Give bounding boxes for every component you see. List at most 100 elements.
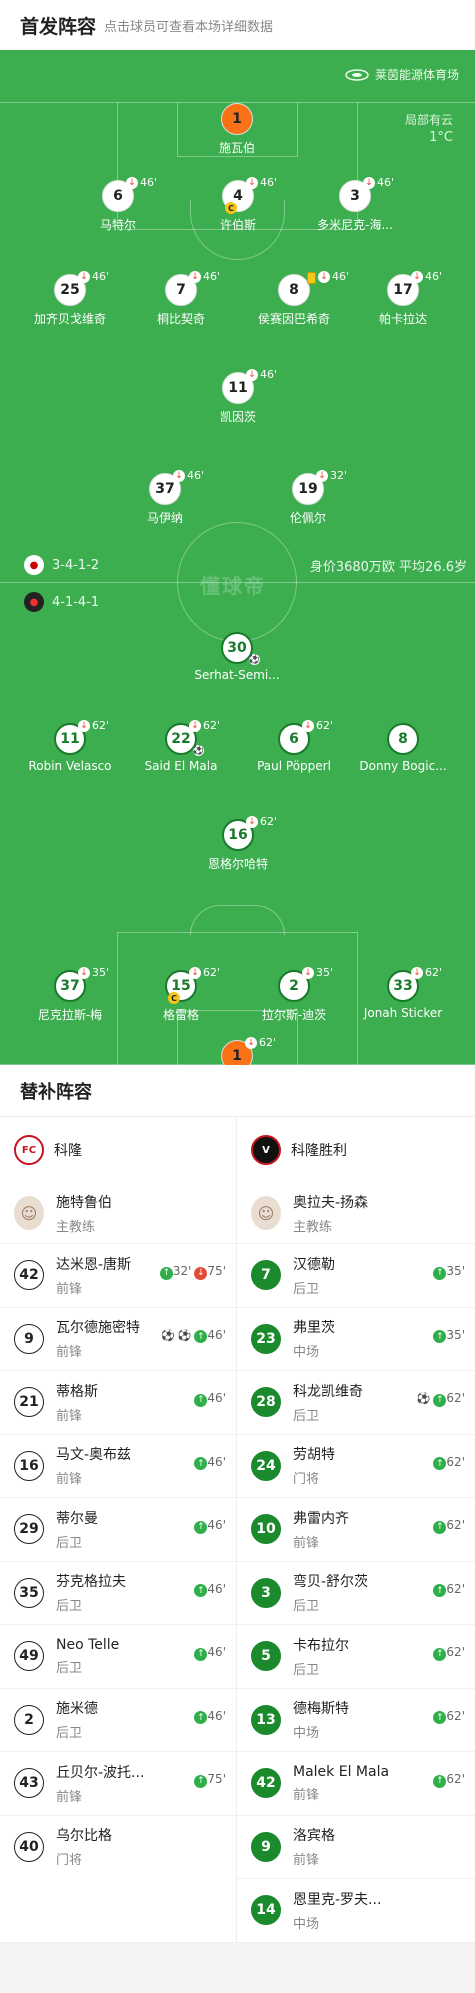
sub-player-row[interactable]: 13 德梅斯特 中场 ↑ 62' <box>237 1687 475 1752</box>
sub-player-position: 前锋 <box>56 1789 83 1805</box>
sub-player-position: 后卫 <box>56 1726 83 1742</box>
sub-player-row[interactable]: 3 弯贝-舒尔茨 后卫 ↑ 62' <box>237 1560 475 1625</box>
weather-info: 局部有云 1°C <box>405 112 453 146</box>
sub-player-row[interactable]: 9 洛宾格 前锋 <box>237 1814 475 1879</box>
temperature: 1°C <box>429 130 453 145</box>
sub-player-row[interactable]: 40 乌尔比格 门将 <box>0 1814 236 1879</box>
away-player[interactable]: 8 Donny Bogic... <box>353 723 453 773</box>
home-player[interactable]: 6 ↓ 46' 马特尔 <box>68 176 168 233</box>
sub-player-row[interactable]: 23 弗里茨 中场 ↑ 35' <box>237 1306 475 1371</box>
home-player[interactable]: 4 C ↓ 46' 许伯斯 <box>188 176 288 233</box>
sub-player-position: 中场 <box>293 1345 320 1361</box>
sub-events: ↑ 46' <box>194 1455 226 1470</box>
sub-off-marker: ↓ 62' <box>78 719 109 732</box>
coach-role: 主教练 <box>56 1219 96 1235</box>
sub-player-info: 乌尔比格 门将 <box>56 1825 236 1868</box>
home-coach[interactable]: ☺ 施特鲁伯 主教练 <box>0 1183 236 1243</box>
home-player[interactable]: 25 ↓ 46' 加齐贝戈维奇 <box>20 270 120 327</box>
sub-on-minute: 35' <box>446 1327 465 1342</box>
away-coach[interactable]: ☺ 奥拉夫-扬森 主教练 <box>237 1183 475 1243</box>
sub-on-icon: ↑ <box>433 1584 447 1597</box>
away-player[interactable]: 16 ↓ 62' 恩格尔哈特 <box>188 815 288 872</box>
home-player[interactable]: 7 ↓ 46' 桐比契奇 <box>131 270 231 327</box>
sub-player-number: 42 <box>14 1260 44 1291</box>
player-number: 1 <box>221 103 253 135</box>
sub-events: ↑ 62' <box>433 1772 465 1788</box>
sub-player-row[interactable]: 29 蒂尔曼 后卫 ↑ 46' <box>0 1497 236 1561</box>
away-player[interactable]: 37 ↓ 35' 尼克拉斯-梅 <box>20 966 120 1023</box>
away-player[interactable]: 1 ↓62' 杜杜 <box>187 1036 287 1065</box>
sub-on-event: ↑ 46' <box>194 1328 226 1343</box>
sub-player-row[interactable]: 21 蒂格斯 前锋 ↑ 46' <box>0 1370 236 1434</box>
player-name: 加齐贝戈维奇 <box>33 312 106 326</box>
sub-player-row[interactable]: 35 芬克格拉夫 后卫 ↑ 46' <box>0 1560 236 1625</box>
sub-minute: 46' <box>187 469 205 482</box>
sub-player-row[interactable]: 42 达米恩-唐斯 前锋 ↑ 32' ↓ 75' <box>0 1243 236 1307</box>
player-name: 拉尔斯-迪茨 <box>261 1008 327 1022</box>
sub-player-name: 蒂格斯 <box>56 1383 98 1400</box>
sub-minute: 62' <box>92 719 110 732</box>
sub-player-name: 弗雷内齐 <box>293 1510 349 1527</box>
sub-events: ↑ 46' <box>194 1582 226 1597</box>
bottom-arc <box>190 905 285 935</box>
player-name: 恩格尔哈特 <box>207 857 268 871</box>
home-player[interactable]: 3 ↓ 46' 多米尼克-海... <box>305 176 405 233</box>
sub-on-event: ↑ 32' <box>159 1264 191 1280</box>
away-player[interactable]: 11 ↓ 62' Robin Velasco <box>20 719 120 773</box>
away-player[interactable]: 2 ↓ 35' 拉尔斯-迪茨 <box>244 966 344 1023</box>
sub-player-row[interactable]: 49 Neo Telle 后卫 ↑ 46' <box>0 1624 236 1688</box>
sub-player-row[interactable]: 2 施米德 后卫 ↑ 46' <box>0 1687 236 1752</box>
sub-off-marker: ↓ 46' <box>246 368 277 381</box>
sub-on-icon: ↑ <box>433 1330 447 1343</box>
sub-player-name: Neo Telle <box>56 1636 120 1653</box>
sub-player-row[interactable]: 42 Malek El Mala 前锋 ↑ 62' <box>237 1751 475 1815</box>
sub-off-marker: ↓ 62' <box>302 719 333 732</box>
sub-off-marker: ↓ 35' <box>78 966 109 979</box>
yellow-card-icon <box>307 272 316 284</box>
away-player[interactable]: 22 ⚽ ↓ 62' Said El Mala <box>131 719 231 773</box>
sub-events: ↑ 46' <box>194 1391 226 1407</box>
sub-player-row[interactable]: 7 汉德勒 后卫 ↑ 35' <box>237 1243 475 1307</box>
player-name: Said El Mala <box>144 759 218 773</box>
home-player[interactable]: 19 ↓ 32' 伦佩尔 <box>258 469 358 526</box>
home-player[interactable]: 8 ↓ 46' 侯赛因巴希奇 <box>244 270 349 327</box>
sub-player-row[interactable]: 24 劳胡特 门将 ↑ 62' <box>237 1433 475 1498</box>
sub-player-position: 后卫 <box>56 1599 83 1615</box>
sub-player-row[interactable]: 5 卡布拉尔 后卫 ↑ 62' <box>237 1624 475 1688</box>
sub-on-icon: ↑ <box>433 1266 447 1280</box>
player-number: 8 <box>387 723 419 755</box>
away-player[interactable]: 15 C ↓ 62' 格雷格 <box>131 966 231 1023</box>
away-team-header[interactable]: V 科隆胜利 <box>237 1117 475 1183</box>
sub-player-position: 后卫 <box>293 1662 320 1678</box>
home-player[interactable]: 37 ↓ 46' 马伊纳 <box>115 469 215 526</box>
away-formation-label: 4-1-4-1 <box>52 594 100 610</box>
sub-player-row[interactable]: 28 科龙凯维奇 后卫 ⚽ ↑ 62' <box>237 1370 475 1434</box>
sub-on-event: ↑ 62' <box>433 1391 465 1407</box>
home-team-header[interactable]: FC 科隆 <box>0 1117 236 1183</box>
sub-player-name: 瓦尔德施密特 <box>56 1320 140 1337</box>
sub-player-row[interactable]: 9 瓦尔德施密特 前锋 ⚽ ⚽ ↑ 46' <box>0 1306 236 1371</box>
sub-events: ↑ 35' <box>433 1327 465 1343</box>
sub-events: ↑ 75' <box>194 1772 226 1788</box>
sub-off-marker: ↓ 62' <box>245 1036 276 1049</box>
sub-player-number: 23 <box>251 1323 281 1354</box>
sub-player-row[interactable]: 14 恩里克-罗夫... 中场 <box>237 1878 475 1942</box>
sub-on-minute: 35' <box>446 1264 465 1278</box>
player-number: 8 <box>278 274 310 306</box>
sub-player-row[interactable]: 10 弗雷内齐 前锋 ↑ 62' <box>237 1497 475 1561</box>
home-player[interactable]: 17 ↓ 46' 帕卡拉达 <box>353 270 453 327</box>
home-player[interactable]: 11 ↓ 46' 凯因茨 <box>188 368 288 425</box>
away-player[interactable]: 6 ↓ 62' Paul Pöpperl <box>244 719 344 773</box>
sub-player-number: 35 <box>14 1577 44 1608</box>
sub-on-event: ↑ 46' <box>194 1645 226 1661</box>
sub-player-number: 10 <box>251 1514 281 1545</box>
away-player[interactable]: 33 ↓ 62' Jonah Sticker <box>353 966 453 1020</box>
sub-player-position: 后卫 <box>293 1281 320 1297</box>
away-player[interactable]: 30 ⚽ Serhat-Semi... <box>187 632 287 682</box>
sub-on-event: ↑ 35' <box>433 1327 465 1343</box>
sub-player-row[interactable]: 16 马文-奥布兹 前锋 ↑ 46' <box>0 1433 236 1498</box>
sub-player-row[interactable]: 43 丘贝尔-波托... 前锋 ↑ 75' <box>0 1751 236 1815</box>
sub-off-marker: ↓ 46' <box>126 176 157 189</box>
sub-events: ↑ 35' <box>433 1264 465 1280</box>
home-player[interactable]: 1 施瓦伯 <box>187 103 287 156</box>
